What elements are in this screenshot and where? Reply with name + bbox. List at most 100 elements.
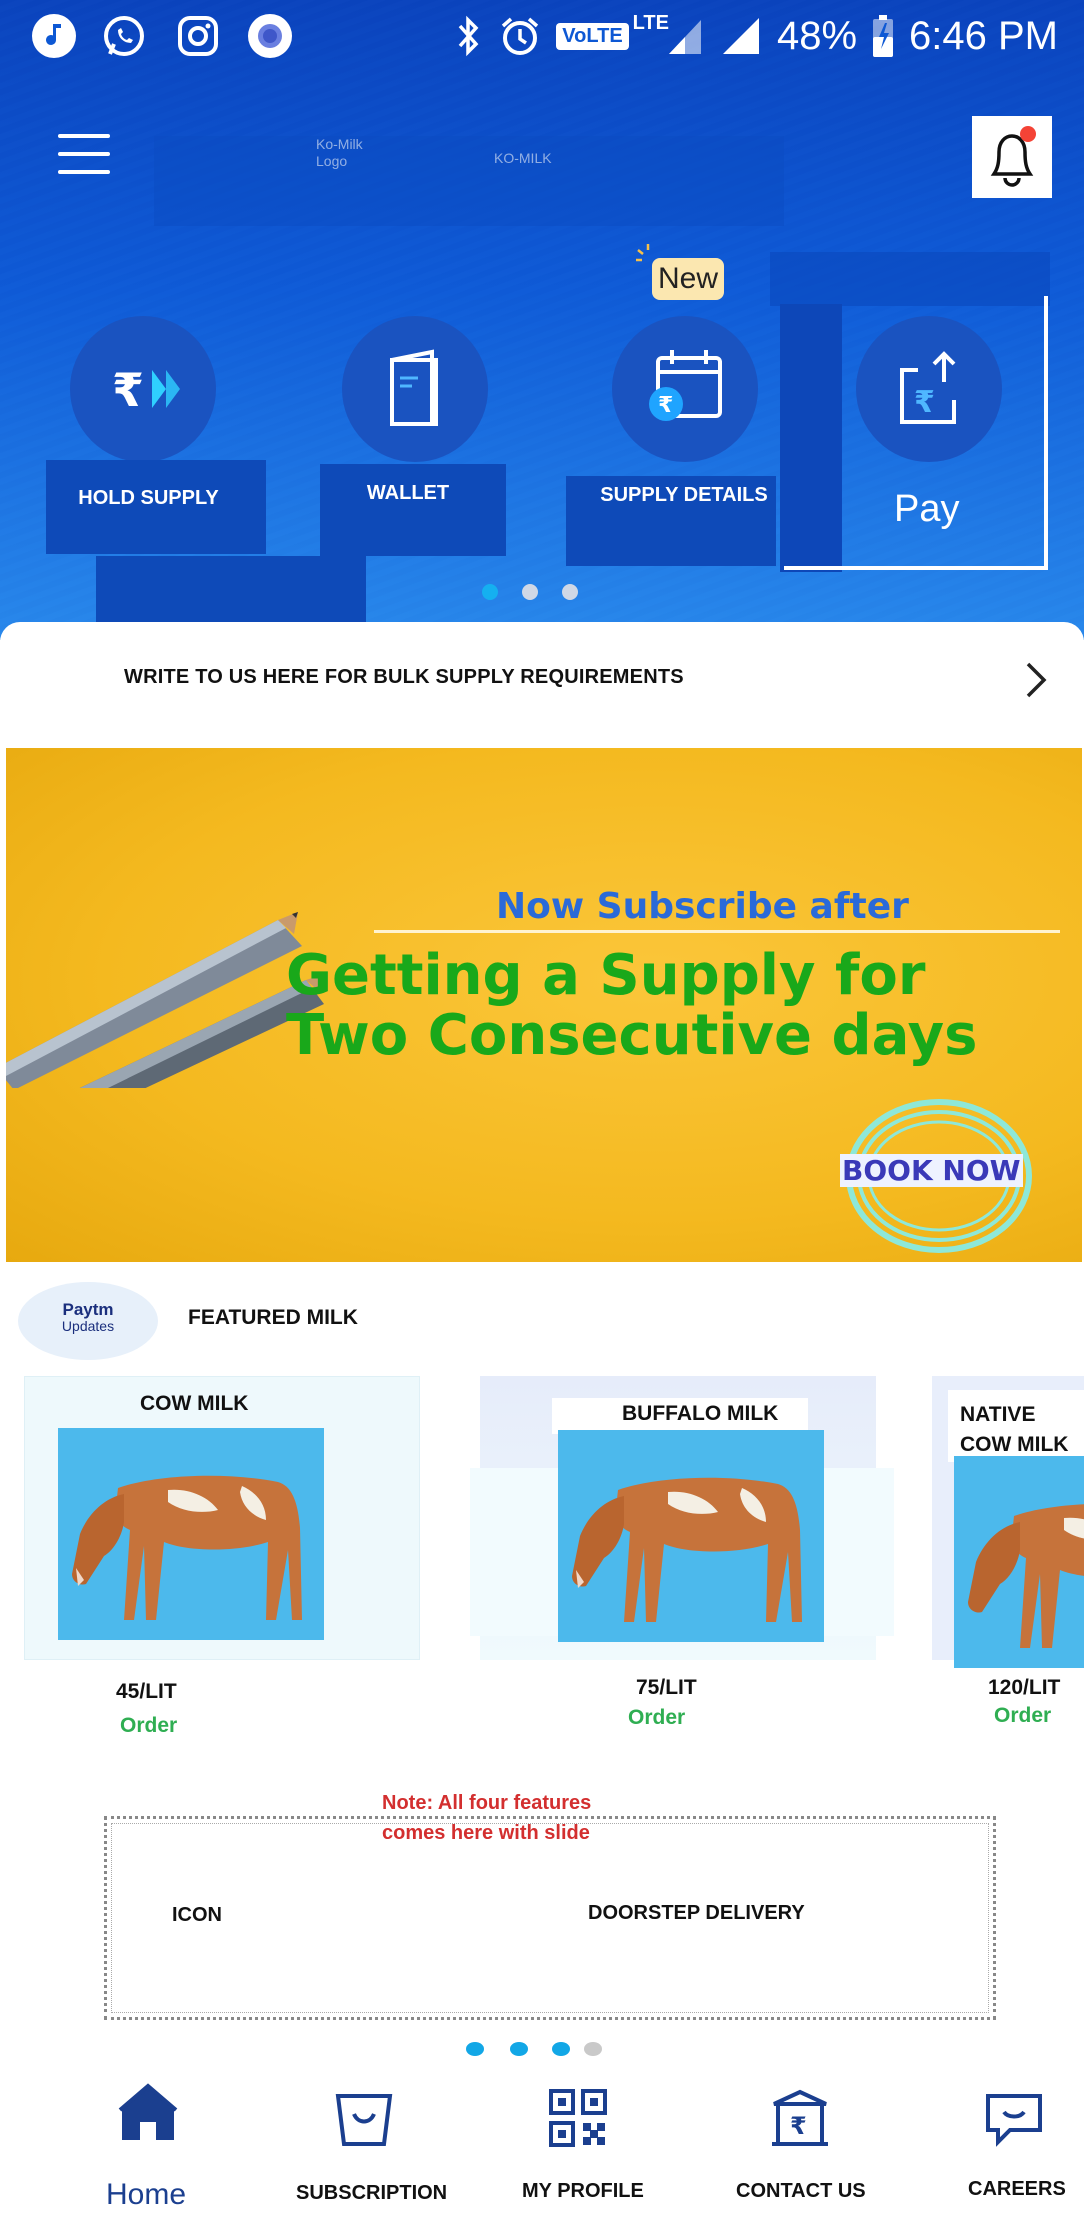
nav-my-profile-label: MY PROFILE: [522, 2180, 644, 2202]
header-shape: [154, 136, 784, 226]
signal-icon-2: [722, 18, 759, 54]
svg-text:₹: ₹: [790, 2112, 807, 2140]
nav-contact-us-label: CONTACT US: [736, 2180, 866, 2202]
instagram-icon: [176, 14, 220, 58]
order-button[interactable]: Order: [120, 1714, 177, 1738]
nav-home[interactable]: Home: [90, 2068, 210, 2229]
hold-supply-label: HOLD SUPPLY: [78, 487, 219, 509]
music-app-icon: [32, 14, 76, 58]
whatsapp-icon: [102, 14, 146, 58]
battery-charging-icon: [873, 15, 894, 57]
chat-icon: [986, 2094, 1042, 2147]
banner-subtitle: Now Subscribe after: [496, 886, 909, 927]
feature-page-dot[interactable]: [584, 2042, 602, 2056]
nav-careers-label: CAREERS: [968, 2178, 1066, 2200]
feature-page-dot-active[interactable]: [552, 2042, 570, 2056]
product-card-cow-milk[interactable]: COW MILK 45/LIT Order: [24, 1376, 424, 1742]
bell-icon: [990, 134, 1034, 187]
banner-title-line: Getting a Supply for: [286, 943, 926, 1008]
banner-title-line: Two Consecutive days: [286, 1003, 978, 1068]
nav-careers[interactable]: CAREERS: [956, 2068, 1076, 2229]
supply-details-button[interactable]: ₹: [612, 316, 758, 462]
cow-image: [968, 1504, 1084, 1648]
notification-button[interactable]: [972, 116, 1052, 198]
calendar-rupee-icon: ₹: [649, 350, 722, 421]
order-button[interactable]: Order: [628, 1706, 685, 1730]
feature-slide[interactable]: [104, 1816, 996, 2020]
bulk-supply-link[interactable]: WRITE TO US HERE FOR BULK SUPPLY REQUIRE…: [124, 666, 684, 689]
product-price: 120/LIT: [988, 1676, 1061, 1699]
product-image: [558, 1430, 824, 1642]
product-card-buffalo-milk[interactable]: BUFFALO MILK 75/LIT Order: [470, 1376, 894, 1742]
rupee-forward-icon: ₹: [112, 363, 180, 417]
banner-title: Getting a Supply for Two Consecutive day…: [286, 946, 978, 1066]
pay-button[interactable]: ₹: [856, 316, 1002, 462]
nav-subscription[interactable]: SUBSCRIPTION: [290, 2068, 450, 2229]
nav-subscription-label: SUBSCRIPTION: [296, 2182, 448, 2204]
svg-text:₹: ₹: [658, 393, 673, 418]
hero-page-dot[interactable]: [522, 584, 538, 600]
wallet-label: WALLET: [366, 482, 450, 504]
chevron-right-icon[interactable]: [1022, 660, 1052, 700]
pencils-graphic: [6, 912, 324, 1088]
header-shape: [96, 556, 366, 626]
cow-image: [572, 1477, 802, 1622]
status-bar: VoLTE LTE 48% 6:46 PM: [0, 0, 1084, 72]
bottom-navigation: Home SUBSCRIPTION MY PROFILE ₹ CONTACT U…: [0, 2068, 1084, 2229]
hero-page-dot[interactable]: [562, 584, 578, 600]
featured-title: FEATURED MILK: [188, 1306, 358, 1329]
camera-app-icon: [248, 14, 292, 58]
product-name: BUFFALO MILK: [622, 1402, 779, 1425]
notification-dot: [1020, 126, 1036, 142]
product-name-line: NATIVE: [960, 1403, 1036, 1426]
action-label-bg: [320, 464, 506, 556]
clock: 6:46 PM: [909, 13, 1058, 58]
feature-page-dot[interactable]: [466, 2042, 484, 2056]
book-now-button[interactable]: BOOK NOW: [840, 1154, 1023, 1187]
design-note-line: Note: All four features: [382, 1792, 592, 1814]
nav-my-profile[interactable]: MY PROFILE: [512, 2068, 660, 2229]
promo-banner[interactable]: Now Subscribe after Getting a Supply for…: [6, 748, 1082, 1262]
svg-text:₹: ₹: [112, 363, 144, 417]
paytm-logo-line: Paytm: [62, 1300, 114, 1319]
product-price: 75/LIT: [636, 1676, 697, 1699]
hold-supply-button[interactable]: ₹: [70, 316, 216, 462]
product-card-native-cow-milk[interactable]: NATIVE COW MILK 120/LIT Order: [932, 1376, 1084, 1742]
wallet-button[interactable]: [342, 316, 488, 462]
product-image: [954, 1456, 1084, 1668]
svg-text:₹: ₹: [914, 385, 935, 420]
feature-page-dot[interactable]: [510, 2042, 528, 2056]
bank-rupee-icon: ₹: [772, 2089, 828, 2146]
order-button[interactable]: Order: [994, 1704, 1051, 1728]
feature-icon-placeholder: ICON: [172, 1904, 222, 1926]
product-image: [58, 1428, 324, 1640]
new-badge: New: [652, 258, 725, 300]
paytm-logo-text: Paytm Updates: [26, 1300, 150, 1334]
nav-home-label: Home: [106, 2178, 187, 2211]
hero-header: VoLTE LTE 48% 6:46 PM Ko-Milk Logo KO-MI…: [0, 0, 1084, 640]
feature-text: DOORSTEP DELIVERY: [588, 1902, 805, 1924]
banner-divider: [374, 930, 1060, 933]
status-right: VoLTE LTE 48% 6:46 PM: [454, 8, 1058, 64]
cow-image: [72, 1475, 303, 1620]
product-name: NATIVE COW MILK: [960, 1400, 1068, 1460]
alarm-icon: [502, 17, 539, 55]
product-price: 45/LIT: [116, 1680, 177, 1703]
product-name: COW MILK: [140, 1392, 249, 1415]
rupee-upload-icon: ₹: [900, 351, 956, 424]
wallet-icon: [390, 349, 438, 426]
bluetooth-icon: [458, 15, 479, 57]
nav-contact-us[interactable]: ₹ CONTACT US: [730, 2068, 878, 2229]
hamburger-menu-icon[interactable]: [58, 134, 110, 174]
battery-percent: 48%: [776, 13, 858, 58]
lte-label: LTE: [632, 12, 669, 34]
home-icon: [118, 2083, 178, 2140]
qr-code-icon: [549, 2089, 607, 2147]
paytm-logo-line: Updates: [61, 1318, 115, 1334]
supply-details-label: SUPPLY DETAILS: [600, 484, 768, 506]
signal-icon-1: [668, 20, 701, 54]
basket-icon: [335, 2094, 393, 2146]
hero-page-dot-active[interactable]: [482, 584, 498, 600]
pay-label: Pay: [894, 488, 960, 530]
volte-badge: VoLTE: [556, 22, 629, 50]
